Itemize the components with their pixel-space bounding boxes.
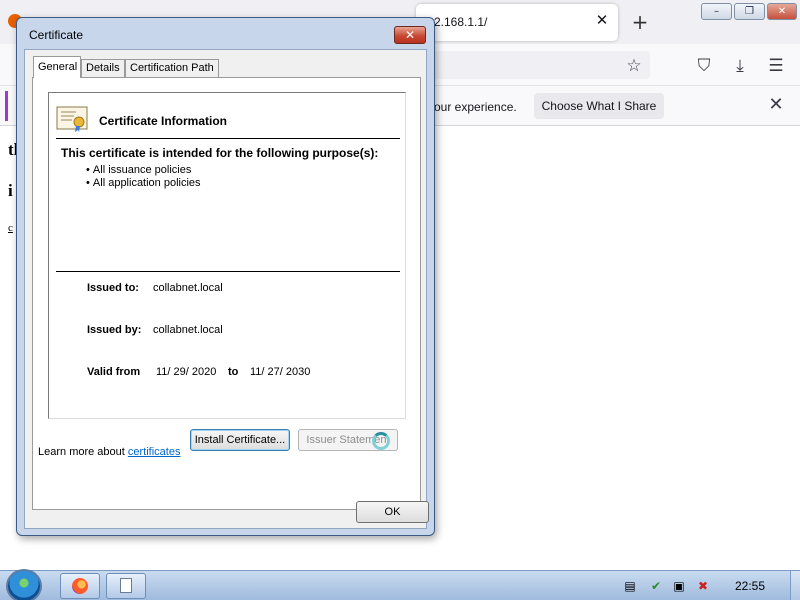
general-tab-panel: Certificate Information This certificate… — [32, 77, 421, 510]
taskbar-clock[interactable]: 22:55 — [720, 579, 780, 593]
browser-tab-active[interactable]: 2.168.1.1/ ✕ — [416, 4, 618, 41]
minimize-button[interactable]: – — [701, 3, 732, 20]
ok-button[interactable]: OK — [356, 501, 429, 523]
issued-to-label: Issued to: — [87, 282, 139, 294]
dialog-body: General Details Certification Path Certi… — [24, 49, 429, 529]
dialog-title: Certificate — [29, 28, 84, 42]
volume-muted-icon[interactable]: ✖ — [695, 578, 711, 594]
page-subheading-fragment: i — [8, 181, 13, 200]
document-icon — [120, 578, 132, 593]
show-desktop-button[interactable] — [790, 571, 800, 600]
new-tab-button[interactable]: + — [630, 12, 650, 32]
dialog-close-button[interactable]: ✕ — [394, 26, 426, 44]
learn-more-text: Learn more about certificates — [38, 446, 180, 458]
loading-spinner-icon — [372, 432, 390, 450]
issued-to-value: collabnet.local — [153, 282, 223, 294]
issued-by-value: collabnet.local — [153, 324, 223, 336]
tab-details[interactable]: Details — [81, 59, 125, 77]
certificate-icon — [56, 106, 88, 132]
notes-icon[interactable]: ▤ — [622, 578, 638, 594]
tab-general[interactable]: General — [33, 56, 81, 78]
menu-icon[interactable]: ☰ — [766, 56, 786, 76]
pocket-icon[interactable]: ⛉ — [694, 56, 714, 76]
network-icon[interactable]: ▣ — [671, 578, 687, 594]
valid-from-label: Valid from — [87, 366, 141, 378]
url-bar[interactable] — [430, 51, 650, 79]
page-link-fragment[interactable]: c — [8, 222, 13, 234]
taskbar-firefox-button[interactable] — [60, 573, 100, 599]
browser-tab-title: 2.168.1.1/ — [434, 15, 488, 29]
divider-middle — [56, 271, 400, 272]
purpose-list: All issuance policies All application po… — [86, 164, 201, 190]
valid-from-date: 11/ 29/ 2020 — [156, 366, 217, 378]
install-certificate-button[interactable]: Install Certificate... — [190, 429, 290, 451]
valid-to-label: to — [228, 366, 239, 378]
start-button[interactable] — [6, 569, 42, 600]
download-icon[interactable]: ⤓ — [730, 56, 750, 76]
star-icon[interactable]: ☆ — [624, 56, 644, 76]
restore-button[interactable]: ❐ — [734, 3, 765, 20]
certificate-dialog: Certificate ✕ General Details Certificat… — [16, 17, 435, 536]
notification-text: our experience. — [434, 100, 517, 114]
certificates-link[interactable]: certificates — [128, 446, 181, 458]
certificate-info-box: Certificate Information This certificate… — [48, 92, 406, 419]
security-shield-icon[interactable]: ✔ — [648, 578, 664, 594]
certificate-info-heading: Certificate Information — [99, 114, 228, 128]
window-close-button[interactable]: ✕ — [767, 3, 797, 20]
tab-close-icon[interactable]: ✕ — [594, 12, 610, 28]
valid-to-date: 11/ 27/ 2030 — [250, 366, 311, 378]
taskbar: ▤ ✔ ▣ ✖ 22:55 — [0, 569, 800, 600]
choose-what-i-share-button[interactable]: Choose What I Share — [534, 93, 664, 119]
purpose-item: All issuance policies — [86, 164, 201, 177]
learn-more-prefix: Learn more about — [38, 446, 125, 458]
tab-certification-path[interactable]: Certification Path — [125, 59, 219, 77]
divider-top — [56, 138, 400, 139]
notification-accent — [5, 91, 8, 121]
firefox-icon — [72, 578, 88, 594]
issued-by-label: Issued by: — [87, 324, 142, 336]
notification-close-icon[interactable]: ✕ — [765, 94, 787, 116]
purpose-heading: This certificate is intended for the fol… — [61, 146, 379, 160]
purpose-item: All application policies — [86, 177, 201, 190]
taskbar-document-button[interactable] — [106, 573, 146, 599]
